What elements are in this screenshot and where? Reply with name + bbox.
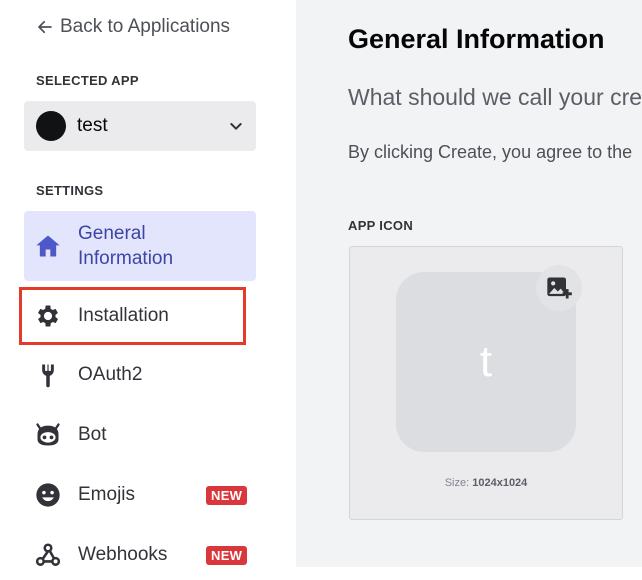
sidebar-scrollbar[interactable] — [296, 0, 306, 567]
back-link-label: Back to Applications — [60, 16, 231, 37]
sidebar-item-label: Bot — [78, 424, 107, 445]
gear-icon — [34, 302, 62, 330]
size-value: 1024x1024 — [472, 477, 528, 489]
sidebar-item-emojis[interactable]: Emojis NEW — [24, 470, 256, 520]
sidebar-item-label: General Information — [78, 223, 174, 269]
sidebar-item-label: Webhooks — [78, 544, 168, 565]
sidebar-item-label: Installation — [78, 305, 169, 326]
add-image-icon — [547, 277, 572, 299]
upload-image-button[interactable] — [536, 265, 582, 311]
selected-app-heading: SELECTED APP — [36, 73, 139, 88]
terms-text: By clicking Create, you agree to the — [348, 142, 633, 162]
settings-heading: SETTINGS — [36, 183, 104, 198]
sidebar-item-label: Emojis — [78, 484, 136, 505]
page-title: General Information — [348, 24, 605, 54]
sidebar-item-general-information[interactable]: General Information — [24, 211, 256, 281]
sidebar-item-label: OAuth2 — [78, 364, 143, 385]
wrench-icon — [34, 361, 62, 389]
app-icon-card: t Size: 1024x1024 — [349, 246, 623, 520]
icon-size-text: Size: 1024x1024 — [350, 477, 622, 489]
sidebar-item-oauth2[interactable]: OAuth2 — [24, 350, 256, 400]
sidebar-item-installation[interactable]: Installation — [24, 288, 256, 344]
app-icon-letter: t — [479, 337, 493, 386]
emoji-icon — [34, 481, 62, 509]
chevron-down-icon — [230, 123, 242, 130]
sidebar-item-bot[interactable]: Bot — [24, 410, 256, 460]
bot-icon — [34, 421, 62, 449]
webhook-icon — [34, 541, 62, 569]
new-badge: NEW — [206, 546, 248, 565]
app-avatar — [36, 111, 66, 141]
size-label: Size: — [444, 477, 470, 489]
main-content: General Information What should we call … — [306, 0, 642, 567]
app-name: test — [77, 115, 108, 136]
page-subtitle: What should we call your cre — [348, 84, 642, 110]
arrow-left-icon — [38, 20, 52, 34]
new-badge: NEW — [206, 486, 248, 505]
sidebar-item-webhooks[interactable]: Webhooks NEW — [24, 530, 256, 580]
sidebar: Back to Applications SELECTED APP test S… — [0, 0, 296, 567]
app-icon-label: APP ICON — [348, 218, 414, 233]
app-selector-dropdown[interactable]: test — [24, 101, 256, 151]
home-icon — [34, 232, 62, 260]
back-to-applications-link[interactable]: Back to Applications — [36, 16, 230, 38]
